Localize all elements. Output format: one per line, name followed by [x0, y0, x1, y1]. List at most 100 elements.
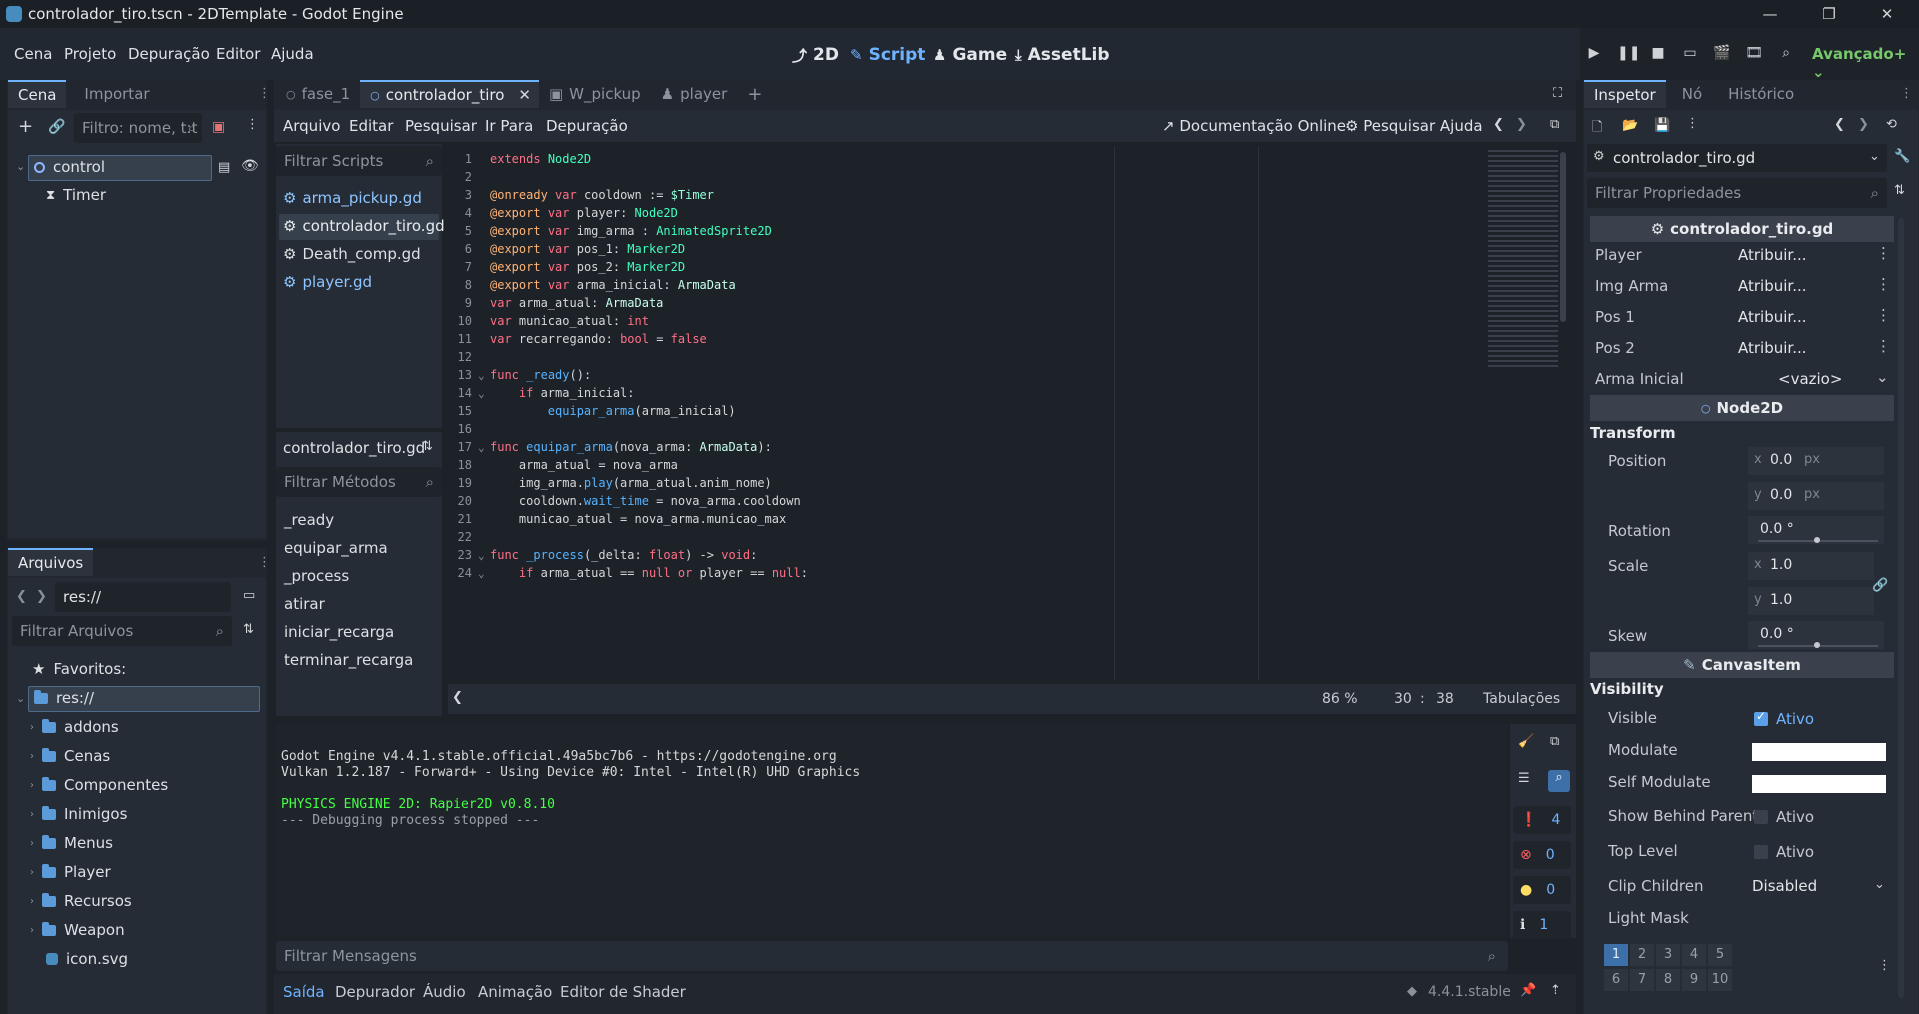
code-line[interactable]: 2 — [448, 168, 1568, 186]
movie-maker-icon[interactable]: ⌕ — [1777, 45, 1795, 63]
clip-children-select[interactable]: Disabled ⌄ — [1750, 873, 1890, 899]
expand-panel-icon[interactable]: ⇡ — [1550, 983, 1561, 998]
node2d-section[interactable]: ○ Node2D — [1590, 395, 1894, 421]
filter-errors-toggle[interactable]: ⊗ 0 — [1513, 841, 1571, 869]
layer-menu-icon[interactable]: ⋮ — [1878, 958, 1891, 973]
folder-weapon[interactable]: › Weapon — [30, 921, 125, 939]
rotation-slider[interactable]: 0.0 ° — [1748, 516, 1884, 544]
folder-addons[interactable]: › addons — [30, 718, 119, 736]
history-back-icon[interactable]: ❮ — [1493, 117, 1504, 132]
game-screen-button[interactable]: ♟ Game — [933, 40, 1007, 70]
tab-importar[interactable]: Importar — [74, 80, 159, 108]
more-icon[interactable]: ⋮ — [1876, 275, 1891, 293]
tab-no[interactable]: Nó — [1672, 80, 1712, 108]
renderer-selector[interactable]: Avançado+ ⌄ — [1812, 45, 1919, 81]
code-line[interactable]: 19 img_arma.play(arma_atual.anim_nome) — [448, 474, 1568, 492]
tab-historico[interactable]: Histórico — [1718, 80, 1804, 108]
link-scale-icon[interactable]: 🔗 — [1872, 578, 1888, 593]
folder-recursos[interactable]: › Recursos — [30, 892, 132, 910]
tab-depurador[interactable]: Depurador — [335, 983, 415, 1001]
scale-x-field[interactable]: x 1.0 — [1748, 552, 1874, 580]
transform-group[interactable]: Transform — [1590, 424, 1676, 442]
resource-picker[interactable]: <vazio> — [1778, 370, 1842, 388]
layer-cell[interactable]: 3 — [1656, 944, 1680, 966]
node-timer[interactable]: ⧗ Timer — [46, 186, 106, 204]
menu-editor[interactable]: Editor — [216, 45, 260, 63]
inspector-menu-icon[interactable]: ⋮ — [1900, 86, 1913, 101]
float-window-icon[interactable]: ⧉ — [1550, 117, 1559, 132]
script-properties-section[interactable]: ⚙ controlador_tiro.gd — [1590, 216, 1894, 242]
distraction-free-icon[interactable]: ⛶ — [1553, 86, 1562, 101]
visible-checkbox[interactable]: Ativo — [1754, 709, 1814, 728]
modulate-color-picker[interactable] — [1752, 743, 1886, 761]
folder-cenas[interactable]: › Cenas — [30, 747, 110, 765]
code-line[interactable]: 13 ⌄ func _ready(): — [448, 366, 1568, 384]
close-tab-icon[interactable]: ✕ — [518, 86, 531, 104]
code-line[interactable]: 17 ⌄ func equipar_arma(nova_arma: ArmaData… — [448, 438, 1568, 456]
minimize-button[interactable]: — — [1741, 0, 1799, 28]
scene-filter-input[interactable]: Filtro: nome, t:t ⌕ — [74, 113, 202, 143]
script-menu-arquivo[interactable]: Arquivo — [283, 117, 340, 135]
layer-cell[interactable]: 2 — [1630, 944, 1654, 966]
play-scene-icon[interactable]: 🎬 — [1713, 45, 1731, 63]
2d-screen-button[interactable]: ⤴ 2D — [792, 40, 839, 70]
version-label[interactable]: 4.4.1.stable — [1428, 984, 1511, 1000]
code-line[interactable]: 9 var arma_atual: ArmaData — [448, 294, 1568, 312]
file-icon-svg[interactable]: icon.svg — [46, 950, 128, 968]
more-icon[interactable]: ⋮ — [1876, 337, 1891, 355]
layer-cell[interactable]: 8 — [1656, 969, 1680, 991]
tab-player[interactable]: ♟ player — [651, 80, 738, 108]
online-docs-link[interactable]: ↗ Documentação Online — [1162, 117, 1346, 135]
tab-animacao[interactable]: Animação — [478, 983, 552, 1001]
tab-editor-shader[interactable]: Editor de Shader — [560, 983, 686, 1001]
collapse-messages-icon[interactable]: ☰ — [1518, 771, 1530, 786]
maximize-button[interactable]: ❐ — [1800, 0, 1858, 28]
back-icon[interactable]: ❮ — [16, 589, 27, 604]
tab-arquivos[interactable]: Arquivos — [8, 548, 94, 576]
property-filter-input[interactable]: Filtrar Propriedades ⌕ — [1587, 178, 1887, 208]
inspector-scrollbar[interactable] — [1898, 218, 1904, 998]
assign-button[interactable]: Atribuir... — [1738, 277, 1807, 295]
fold-arrow-icon[interactable]: ⌄ — [478, 387, 485, 400]
code-line[interactable]: 11 var recarregando: bool = false — [448, 330, 1568, 348]
more-icon[interactable]: ⋮ — [1876, 306, 1891, 324]
visibility-group[interactable]: Visibility — [1590, 680, 1664, 698]
clear-output-icon[interactable]: 🧹 — [1518, 734, 1534, 749]
canvasitem-section[interactable]: ✎ CanvasItem — [1590, 652, 1894, 678]
methods-filter-input[interactable]: Filtrar Métodos ⌕ — [276, 467, 442, 497]
layer-cell[interactable]: 5 — [1708, 944, 1732, 966]
files-menu-icon[interactable]: ⋮ — [258, 555, 271, 570]
collapse-arrow-icon[interactable]: ⌄ — [16, 160, 25, 173]
position-x-field[interactable]: x 0.0 px — [1748, 447, 1884, 475]
indent-mode[interactable]: Tabulações — [1483, 691, 1560, 707]
fold-arrow-icon[interactable]: ⌄ — [478, 441, 485, 454]
filter-info-toggle[interactable]: ℹ1 — [1513, 911, 1571, 939]
folder-menus[interactable]: › Menus — [30, 834, 113, 852]
skew-slider[interactable]: 0.0 ° — [1748, 621, 1884, 649]
object-properties-icon[interactable]: 🔧 — [1894, 149, 1910, 164]
code-line[interactable]: 21 municao_atual = nova_arma.municao_max — [448, 510, 1568, 528]
chevron-down-icon[interactable]: ⌄ — [1876, 368, 1889, 386]
code-line[interactable]: 12 — [448, 348, 1568, 366]
menu-cena[interactable]: Cena — [14, 45, 52, 63]
code-line[interactable]: 24 ⌄ if arma_atual == null or player == n… — [448, 564, 1568, 582]
dock-menu-icon[interactable]: ⋮ — [258, 86, 271, 101]
layer-cell[interactable]: 4 — [1682, 944, 1706, 966]
script-item[interactable]: ⚙ Death_comp.gd — [283, 245, 421, 263]
code-line[interactable]: 1 extends Node2D — [448, 150, 1568, 168]
more-icon[interactable]: ⋮ — [1876, 244, 1891, 262]
fold-arrow-icon[interactable]: ⌄ — [478, 567, 485, 580]
script-item[interactable]: ⚙ arma_pickup.gd — [283, 189, 422, 207]
stop-icon[interactable]: ■ — [1649, 45, 1667, 63]
close-window-button[interactable]: ✕ — [1858, 0, 1916, 28]
filter-messages-toggle[interactable]: ❗ 4 — [1513, 806, 1571, 834]
inspector-options-icon[interactable]: ⇅ — [1894, 183, 1905, 198]
filter-warnings-toggle[interactable]: ● 0 — [1513, 876, 1571, 904]
code-line[interactable]: 16 — [448, 420, 1568, 438]
code-line[interactable]: 15 equipar_arma(arma_inicial) — [448, 402, 1568, 420]
self-modulate-color-picker[interactable] — [1752, 775, 1886, 793]
fold-arrow-icon[interactable]: ⌄ — [478, 549, 485, 562]
folder-res[interactable]: res:// — [34, 689, 94, 707]
inspector-forward-icon[interactable]: ❯ — [1858, 117, 1869, 132]
search-toggle-icon[interactable]: ⌕ — [1548, 770, 1570, 792]
